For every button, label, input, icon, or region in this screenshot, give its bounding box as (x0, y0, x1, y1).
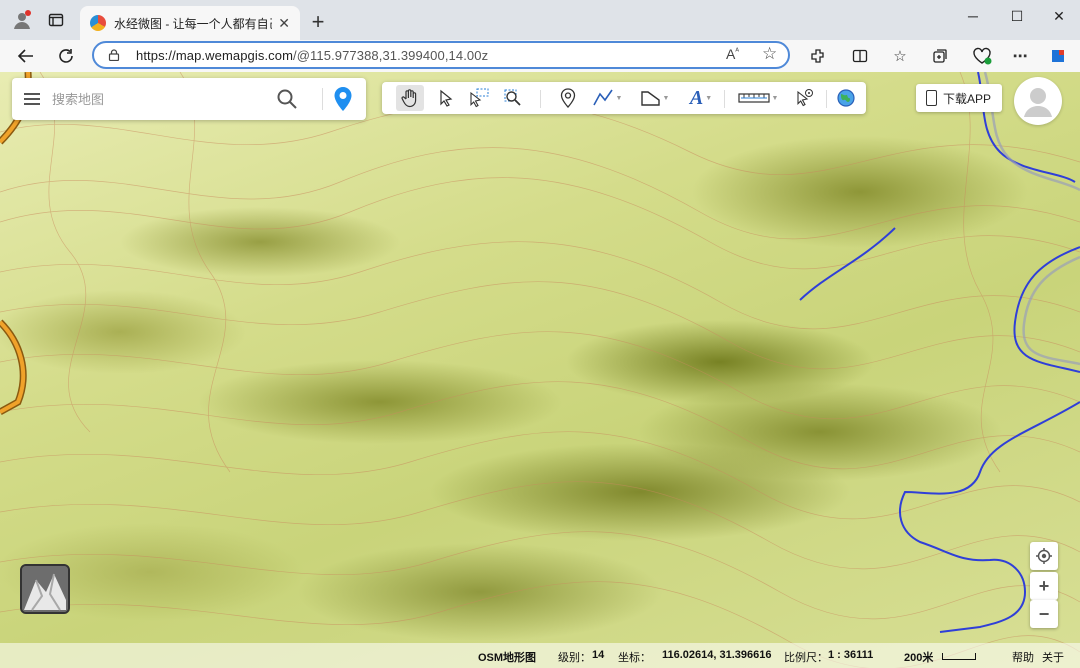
select-arrow-icon[interactable] (434, 85, 458, 111)
coord-value: 116.02614, 31.396616 (662, 649, 772, 661)
user-avatar[interactable] (1014, 77, 1062, 125)
browser-essentials-icon[interactable] (970, 44, 994, 68)
download-app-label: 下载APP (943, 91, 992, 106)
zoom-out-button[interactable]: − (1030, 600, 1058, 628)
window-close-icon[interactable]: ✕ (1036, 0, 1080, 32)
back-icon[interactable] (14, 44, 38, 68)
map-canvas[interactable]: ▼ ▼ A▼ ▼ 下载APP + − OSM地形图 级别： (0, 72, 1080, 668)
search-input[interactable] (52, 91, 272, 107)
scale-value: 1 : 36111 (828, 649, 874, 661)
location-pin-icon[interactable] (328, 84, 358, 114)
tab-title: 水经微图 - 让每一个人都有自己的 (114, 16, 272, 31)
box-select-icon[interactable] (466, 85, 492, 111)
url-path: /@115.977388,31.399400,14.00z (293, 47, 489, 63)
coord-label: 坐标： (618, 652, 651, 664)
more-menu-icon[interactable]: ⋯ (1008, 44, 1032, 68)
minimize-icon[interactable]: ─ (950, 0, 996, 32)
help-link[interactable]: 帮助 (1012, 649, 1034, 665)
scalebar-label: 200米 (904, 652, 934, 664)
globe-icon[interactable] (832, 85, 860, 111)
maximize-icon[interactable]: ☐ (994, 0, 1040, 32)
profile-avatar-icon[interactable] (8, 6, 36, 34)
status-bar: OSM地形图 级别： 14 坐标： 116.02614, 31.396616 比… (0, 643, 1080, 668)
locate-icon[interactable] (1030, 542, 1058, 570)
url-host: https://map.wemapgis.com (136, 47, 294, 63)
zoom-in-button[interactable]: + (1030, 572, 1058, 600)
reload-icon[interactable] (54, 44, 78, 68)
basemap-switch-button[interactable] (20, 564, 70, 614)
scale-label: 比例尺： (784, 652, 828, 664)
ruler-icon[interactable]: ▼ (736, 85, 780, 111)
click-query-icon[interactable] (792, 85, 818, 111)
favorites-icon[interactable]: ☆ (888, 44, 912, 68)
contour-lines (0, 72, 1080, 668)
map-toolbar: ▼ ▼ A ▼ ▼ (382, 82, 866, 114)
level-value: 14 (592, 649, 605, 661)
read-aloud-icon[interactable]: Aᴬ (726, 46, 739, 62)
divider (540, 90, 541, 108)
terrain-layer-icon (22, 566, 68, 612)
lock-icon (108, 49, 120, 61)
text-tool-icon[interactable]: A ▼ (684, 85, 718, 111)
search-panel (12, 78, 366, 120)
phone-icon (926, 90, 937, 106)
collections-icon[interactable] (928, 44, 952, 68)
edge-sidebar-icon[interactable] (1046, 44, 1070, 68)
address-toolbar: https://map.wemapgis.com/@115.977388,31.… (0, 40, 1080, 72)
polyline-icon[interactable]: ▼ (590, 85, 624, 111)
user-icon (1024, 88, 1052, 117)
about-link[interactable]: 关于 (1042, 649, 1064, 665)
pan-hand-icon[interactable] (396, 85, 424, 111)
favorite-star-icon[interactable]: ☆ (762, 44, 777, 64)
map-features (0, 72, 1080, 668)
extensions-icon[interactable] (806, 44, 830, 68)
search-icon[interactable] (276, 88, 298, 110)
marker-icon[interactable] (556, 85, 580, 111)
layer-name: OSM地形图 (478, 652, 537, 664)
download-app-button[interactable]: 下载APP (916, 84, 1002, 112)
site-favicon-icon (90, 15, 106, 31)
url-text: https://map.wemapgis.com/@115.977388,31.… (136, 48, 488, 63)
divider (322, 88, 323, 110)
zoom-box-icon[interactable] (500, 85, 526, 111)
tab-close-icon[interactable]: ✕ (278, 15, 290, 32)
tab-bar: 水经微图 - 让每一个人都有自己的 ✕ + ─ ☐ ✕ (0, 0, 1080, 40)
text-tool-label: A (689, 86, 704, 109)
url-bar[interactable]: https://map.wemapgis.com/@115.977388,31.… (92, 41, 790, 69)
level-label: 级别： (558, 652, 591, 664)
divider (724, 90, 725, 108)
divider (826, 90, 827, 108)
menu-icon[interactable] (12, 78, 52, 120)
split-screen-icon[interactable] (848, 44, 872, 68)
new-tab-icon[interactable]: + (304, 8, 332, 36)
polygon-icon[interactable]: ▼ (636, 85, 672, 111)
browser-tab[interactable]: 水经微图 - 让每一个人都有自己的 ✕ (80, 6, 300, 40)
tab-actions-icon[interactable] (42, 6, 70, 34)
scalebar (942, 653, 976, 660)
